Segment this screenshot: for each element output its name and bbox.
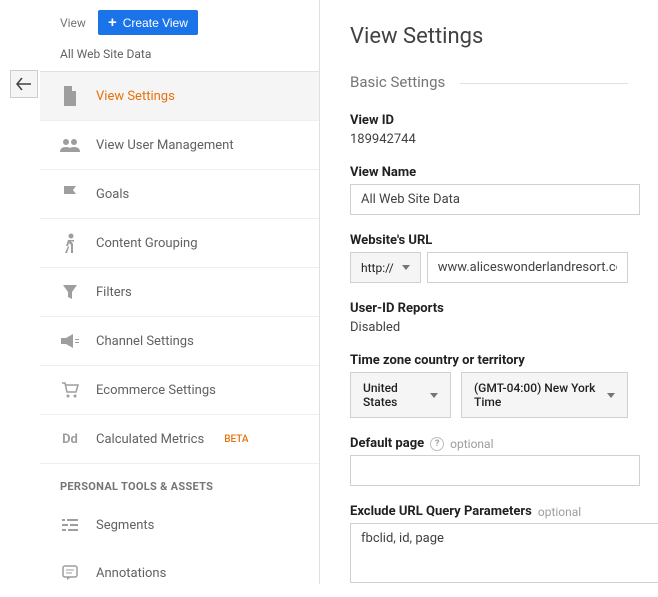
nav-content-grouping[interactable]: Content Grouping — [40, 219, 319, 268]
view-name-label: View Name — [350, 165, 628, 180]
cart-icon — [60, 380, 80, 400]
user-id-value: Disabled — [350, 320, 628, 335]
nav-label: Filters — [96, 285, 132, 300]
basic-settings-heading: Basic Settings — [350, 73, 628, 97]
website-url-label: Website's URL — [350, 233, 628, 248]
nav-label: Channel Settings — [96, 334, 194, 349]
website-url-input[interactable] — [427, 252, 628, 283]
chevron-down-icon — [402, 265, 410, 270]
nav-channel-settings[interactable]: Channel Settings — [40, 317, 319, 366]
nav-goals[interactable]: Goals — [40, 170, 319, 219]
nav-label: Ecommerce Settings — [96, 383, 216, 398]
nav-segments[interactable]: Segments — [40, 501, 319, 549]
funnel-icon — [60, 282, 80, 302]
timezone-value: (GMT-04:00) New York Time — [474, 381, 597, 409]
document-icon — [60, 86, 80, 106]
optional-text: optional — [450, 437, 493, 451]
person-walking-icon — [60, 233, 80, 253]
nav-view-settings[interactable]: View Settings — [40, 72, 319, 121]
view-name-input[interactable] — [350, 184, 640, 215]
nav-annotations[interactable]: Annotations — [40, 549, 319, 597]
view-id-value: 189942744 — [350, 132, 628, 147]
nav-label: View User Management — [96, 138, 234, 153]
beta-badge: BETA — [224, 434, 248, 445]
timezone-country-value: United States — [363, 381, 420, 409]
default-page-input[interactable] — [350, 455, 640, 486]
create-view-label: Create View — [123, 16, 188, 30]
exclude-params-label: Exclude URL Query Parameters — [350, 504, 532, 519]
timezone-select[interactable]: (GMT-04:00) New York Time — [461, 372, 628, 418]
user-id-label: User-ID Reports — [350, 301, 628, 316]
protocol-select[interactable]: http:// — [350, 252, 421, 283]
back-arrow-icon — [16, 77, 32, 91]
default-page-label: Default page — [350, 436, 424, 451]
main-panel: View Settings Basic Settings View ID 189… — [320, 0, 658, 584]
timezone-label: Time zone country or territory — [350, 353, 628, 368]
nav-label: Content Grouping — [96, 236, 198, 251]
exclude-params-textarea[interactable] — [350, 523, 658, 583]
channel-icon — [60, 331, 80, 351]
personal-section-title: PERSONAL TOOLS & ASSETS — [40, 464, 319, 501]
nav-label: Segments — [96, 518, 154, 533]
sidebar-subtitle: All Web Site Data — [40, 43, 319, 72]
annotations-icon — [60, 563, 80, 583]
chevron-down-icon — [430, 393, 438, 398]
chevron-down-icon — [607, 393, 615, 398]
nav-calculated-metrics[interactable]: Dd Calculated Metrics BETA — [40, 415, 319, 464]
view-id-label: View ID — [350, 113, 628, 128]
timezone-country-select[interactable]: United States — [350, 372, 451, 418]
page-title: View Settings — [350, 24, 628, 49]
sidebar: View + Create View All Web Site Data Vie… — [40, 0, 320, 584]
segments-icon — [60, 515, 80, 535]
dd-icon: Dd — [60, 429, 80, 449]
help-icon[interactable]: ? — [430, 437, 444, 451]
plus-icon: + — [108, 15, 117, 30]
protocol-value: http:// — [361, 261, 394, 275]
nav-label: Annotations — [96, 566, 166, 581]
flag-icon — [60, 184, 80, 204]
create-view-button[interactable]: + Create View — [98, 10, 198, 35]
nav-filters[interactable]: Filters — [40, 268, 319, 317]
optional-text: optional — [538, 505, 581, 519]
people-icon — [60, 135, 80, 155]
nav-user-management[interactable]: View User Management — [40, 121, 319, 170]
nav-label: Goals — [96, 187, 129, 202]
nav-label: View Settings — [96, 89, 175, 104]
nav-label: Calculated Metrics — [96, 432, 204, 447]
nav-ecommerce[interactable]: Ecommerce Settings — [40, 366, 319, 415]
view-label: View — [60, 16, 86, 30]
back-button[interactable] — [10, 70, 38, 98]
